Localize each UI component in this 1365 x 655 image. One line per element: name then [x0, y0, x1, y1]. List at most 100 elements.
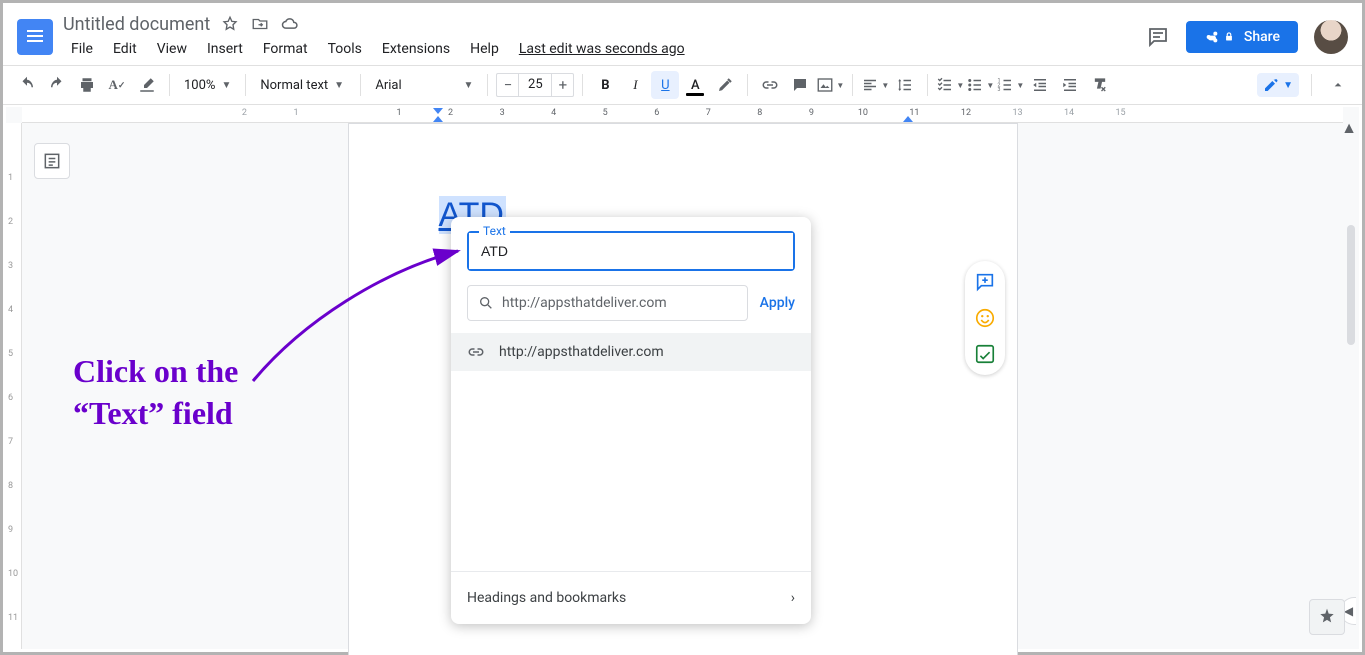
- zoom-combo[interactable]: 100%▼: [178, 71, 237, 99]
- italic-button[interactable]: I: [621, 71, 649, 99]
- menu-extensions[interactable]: Extensions: [374, 37, 458, 61]
- ruler-tick: 14: [1064, 108, 1074, 118]
- ruler-tick: 1: [293, 108, 298, 118]
- ruler-tick: 5: [8, 349, 13, 359]
- chevron-right-icon: ›: [791, 590, 795, 606]
- menu-tools[interactable]: Tools: [320, 37, 370, 61]
- font-size-control: − 25 +: [496, 73, 574, 97]
- ruler-tick: 4: [551, 108, 556, 118]
- apply-button[interactable]: Apply: [760, 295, 795, 311]
- insert-comment-button[interactable]: [786, 71, 814, 99]
- show-outline-button[interactable]: [34, 143, 70, 179]
- menu-view[interactable]: View: [149, 37, 195, 61]
- share-button[interactable]: Share: [1186, 21, 1298, 53]
- font-size-increase[interactable]: +: [552, 73, 574, 97]
- link-url-value: http://appsthatdeliver.com: [502, 295, 667, 311]
- spellcheck-button[interactable]: A✓: [103, 71, 131, 99]
- ruler-tick: 3: [8, 261, 13, 271]
- ruler-tick: 10: [858, 108, 868, 118]
- undo-button[interactable]: [13, 71, 41, 99]
- cloud-status-icon[interactable]: [280, 14, 300, 34]
- ruler-tick: 8: [757, 108, 762, 118]
- link-editor-dialog: Text http://appsthatdeliver.com Apply ht…: [451, 217, 811, 624]
- bulleted-list-button[interactable]: ▼: [966, 71, 994, 99]
- ruler-tick: 15: [1116, 108, 1126, 118]
- move-icon[interactable]: [250, 14, 270, 34]
- vertical-scrollbar[interactable]: [1345, 225, 1357, 655]
- ruler-tick: 4: [8, 305, 13, 315]
- explore-button[interactable]: [1309, 599, 1345, 635]
- indent-marker-top-icon[interactable]: [433, 108, 443, 114]
- bold-button[interactable]: B: [591, 71, 619, 99]
- ruler-tick: 13: [1012, 108, 1022, 118]
- insert-image-button[interactable]: ▼: [816, 71, 844, 99]
- horizontal-ruler[interactable]: 21123456789101112131415: [22, 107, 1343, 123]
- ruler-tick: 6: [8, 393, 13, 403]
- separator: [360, 74, 361, 96]
- separator: [487, 74, 488, 96]
- menu-format[interactable]: Format: [255, 37, 316, 61]
- menu-insert[interactable]: Insert: [199, 37, 251, 61]
- highlight-button[interactable]: [711, 71, 739, 99]
- docs-logo-icon[interactable]: [17, 19, 53, 55]
- font-combo[interactable]: Arial▼: [369, 71, 479, 99]
- checklist-button[interactable]: ▼: [936, 71, 964, 99]
- collapse-toolbar-button[interactable]: [1324, 71, 1352, 99]
- indent-increase-button[interactable]: [1056, 71, 1084, 99]
- indent-marker-left-icon[interactable]: [433, 116, 443, 122]
- last-edit-link[interactable]: Last edit was seconds ago: [511, 37, 693, 61]
- text-color-button[interactable]: A: [681, 71, 709, 99]
- editing-mode-button[interactable]: ▼: [1257, 73, 1299, 97]
- menu-bar: File Edit View Insert Format Tools Exten…: [63, 37, 693, 61]
- link-url-field[interactable]: http://appsthatdeliver.com: [467, 285, 748, 321]
- separator: [747, 74, 748, 96]
- link-text-input[interactable]: [469, 233, 793, 269]
- separator: [1311, 74, 1312, 96]
- link-text-field[interactable]: Text: [467, 231, 795, 271]
- insert-link-button[interactable]: [756, 71, 784, 99]
- toolbar: A✓ 100%▼ Normal text▼ Arial▼ − 25 + B I …: [3, 65, 1362, 105]
- font-size-input[interactable]: 25: [518, 73, 552, 97]
- ruler-tick: 7: [706, 108, 711, 118]
- emoji-reaction-icon[interactable]: [974, 307, 996, 329]
- separator: [852, 74, 853, 96]
- ruler-tick: 9: [8, 525, 13, 535]
- line-spacing-button[interactable]: [891, 71, 919, 99]
- ruler-tick: 5: [603, 108, 608, 118]
- document-title[interactable]: Untitled document: [63, 14, 210, 35]
- indent-decrease-button[interactable]: [1026, 71, 1054, 99]
- underline-button[interactable]: U: [651, 71, 679, 99]
- clear-formatting-button[interactable]: [1086, 71, 1114, 99]
- search-icon: [478, 295, 494, 311]
- annotation-text: Click on the “Text” field: [73, 351, 238, 434]
- menu-help[interactable]: Help: [462, 37, 507, 61]
- account-avatar[interactable]: [1314, 20, 1348, 54]
- ruler-tick: 9: [809, 108, 814, 118]
- side-panel-chevron-icon: ▲: [1342, 110, 1356, 146]
- ruler-tick: 12: [961, 108, 971, 118]
- redo-button[interactable]: [43, 71, 71, 99]
- separator: [245, 74, 246, 96]
- numbered-list-button[interactable]: 123▼: [996, 71, 1024, 99]
- menu-edit[interactable]: Edit: [105, 37, 145, 61]
- headings-bookmarks-button[interactable]: Headings and bookmarks ›: [451, 571, 811, 624]
- align-button[interactable]: ▼: [861, 71, 889, 99]
- star-icon[interactable]: [220, 14, 240, 34]
- title-bar: Untitled document File Edit View Insert …: [3, 3, 1362, 65]
- open-comments-icon[interactable]: [1146, 25, 1170, 49]
- add-comment-icon[interactable]: [974, 271, 996, 293]
- menu-file[interactable]: File: [63, 37, 101, 61]
- print-button[interactable]: [73, 71, 101, 99]
- separator: [582, 74, 583, 96]
- ruler-tick: 1: [8, 173, 13, 183]
- suggest-edits-icon[interactable]: [974, 343, 996, 365]
- paint-format-button[interactable]: [133, 71, 161, 99]
- paragraph-style-combo[interactable]: Normal text▼: [254, 71, 352, 99]
- font-size-decrease[interactable]: −: [496, 73, 518, 97]
- vertical-ruler[interactable]: 123456789101112: [6, 123, 22, 649]
- separator: [927, 74, 928, 96]
- ruler-tick: 2: [8, 217, 13, 227]
- ruler-tick: 6: [654, 108, 659, 118]
- link-suggestion-item[interactable]: http://appsthatdeliver.com: [451, 333, 811, 371]
- ruler-tick: 11: [8, 613, 18, 623]
